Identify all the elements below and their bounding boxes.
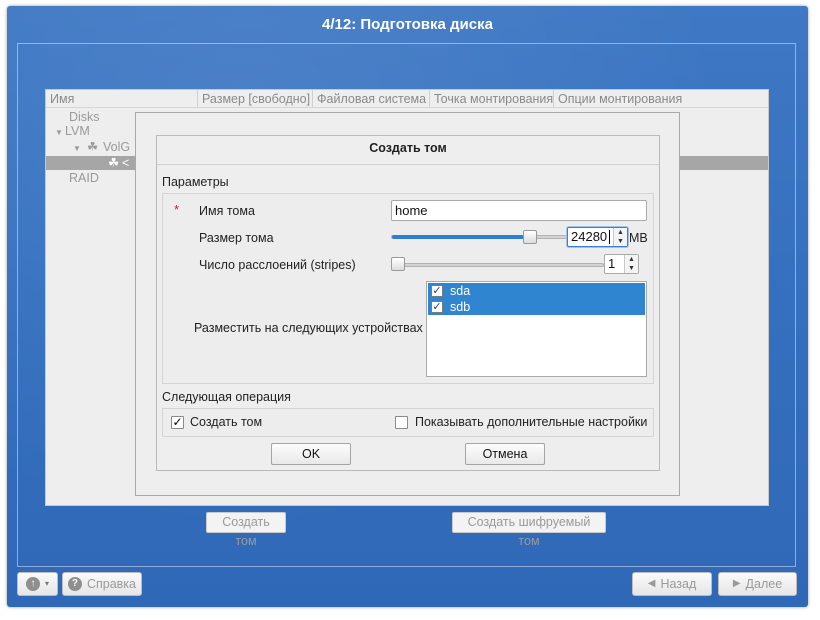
- create-encrypted-volume-button[interactable]: Создать шифруемый том: [452, 512, 606, 548]
- text-caret: [609, 230, 610, 244]
- next-operation-group: ✓ Создать том Показывать дополнительные …: [162, 408, 654, 437]
- volume-size-value: 24280: [571, 229, 608, 244]
- column-mount-options[interactable]: Опции монтирования: [554, 90, 770, 108]
- tree-item-lvm-label: LVM: [65, 124, 90, 138]
- stripes-slider[interactable]: [391, 263, 604, 267]
- devices-label: Разместить на следующих устройствах: [194, 321, 423, 335]
- menu-button[interactable]: ↑ ▾: [17, 572, 58, 596]
- spin-up-icon[interactable]: ▲: [614, 228, 627, 237]
- volume-group-icon: ☘: [87, 140, 99, 154]
- volume-size-label: Размер тома: [199, 231, 274, 245]
- advanced-settings-checkbox[interactable]: [395, 416, 408, 429]
- spin-down-icon[interactable]: ▼: [614, 237, 627, 246]
- volume-size-slider-handle[interactable]: [523, 230, 537, 244]
- next-operation-group-label: Следующая операция: [162, 390, 291, 404]
- create-volume-checkbox[interactable]: ✓: [171, 416, 184, 429]
- stripes-spinbox[interactable]: 1 ▲ ▼: [604, 254, 639, 274]
- column-mountpoint[interactable]: Точка монтирования: [430, 90, 554, 108]
- back-button[interactable]: ◀ Назад: [632, 572, 712, 596]
- stripes-slider-handle[interactable]: [391, 257, 405, 271]
- spin-arrows: ▲ ▼: [624, 255, 638, 273]
- device-name: sda: [450, 284, 471, 298]
- dialog-inner-frame: Создать том Параметры * Имя тома home Ра…: [156, 135, 660, 471]
- spin-down-icon[interactable]: ▼: [625, 264, 638, 273]
- back-button-label: Назад: [660, 577, 697, 591]
- back-arrow-icon: ◀: [647, 578, 656, 589]
- create-volume-dialog: Создать том Параметры * Имя тома home Ра…: [135, 112, 680, 496]
- spin-arrows: ▲ ▼: [613, 228, 627, 246]
- collapse-arrow-icon[interactable]: ▼: [55, 126, 65, 140]
- column-filesystem[interactable]: Файловая система: [313, 90, 430, 108]
- divider: [157, 164, 659, 165]
- ok-button[interactable]: OK: [271, 443, 351, 465]
- help-button-label: Справка: [86, 577, 137, 591]
- device-name: sdb: [450, 300, 471, 314]
- tree-item-vg-label: VolG: [103, 140, 131, 154]
- volume-size-slider-fill: [392, 235, 531, 239]
- next-button[interactable]: ▶ Далее: [718, 572, 797, 596]
- parameters-group-label: Параметры: [162, 175, 229, 189]
- cancel-button[interactable]: Отмена: [465, 443, 545, 465]
- collapse-arrow-icon[interactable]: ▼: [73, 142, 87, 156]
- volume-name-input[interactable]: home: [391, 200, 647, 221]
- parameters-group: * Имя тома home Размер тома 24280 ▲ ▼ MB…: [162, 193, 654, 384]
- stripes-label: Число расслоений (stripes): [199, 258, 356, 272]
- tree-item-lv-label: <: [122, 156, 130, 170]
- table-header: Имя Размер [свободно] Файловая система Т…: [46, 90, 768, 108]
- up-arrow-icon: ↑: [25, 577, 40, 591]
- column-size[interactable]: Размер [свободно]: [198, 90, 313, 108]
- dialog-title: Создать том: [369, 141, 447, 155]
- column-name[interactable]: Имя: [46, 90, 198, 108]
- logical-volume-icon: ☘: [108, 156, 120, 170]
- help-button[interactable]: ? Справка: [62, 572, 142, 596]
- size-unit-label: MB: [629, 231, 648, 245]
- spin-up-icon[interactable]: ▲: [625, 255, 638, 264]
- stripes-value: 1: [608, 256, 616, 271]
- window-title: 4/12: Подготовка диска: [322, 16, 493, 33]
- next-arrow-icon: ▶: [732, 578, 741, 589]
- device-checkbox[interactable]: ✓: [431, 285, 443, 297]
- device-checkbox[interactable]: ✓: [431, 301, 443, 313]
- help-icon: ?: [67, 577, 82, 591]
- create-volume-button[interactable]: Создать том: [206, 512, 286, 548]
- required-marker: *: [174, 202, 180, 217]
- volume-size-spinbox[interactable]: 24280 ▲ ▼: [567, 227, 628, 247]
- device-item[interactable]: ✓ sdb: [428, 299, 645, 315]
- device-list[interactable]: ✓ sda ✓ sdb: [426, 281, 647, 377]
- volume-name-label: Имя тома: [199, 204, 255, 218]
- create-volume-checkbox-label[interactable]: Создать том: [190, 415, 262, 429]
- device-item[interactable]: ✓ sda: [428, 283, 645, 299]
- chevron-down-icon: ▾: [44, 579, 49, 588]
- next-button-label: Далее: [745, 577, 783, 591]
- advanced-settings-checkbox-label[interactable]: Показывать дополнительные настройки: [415, 415, 647, 429]
- volume-size-slider[interactable]: [391, 235, 567, 239]
